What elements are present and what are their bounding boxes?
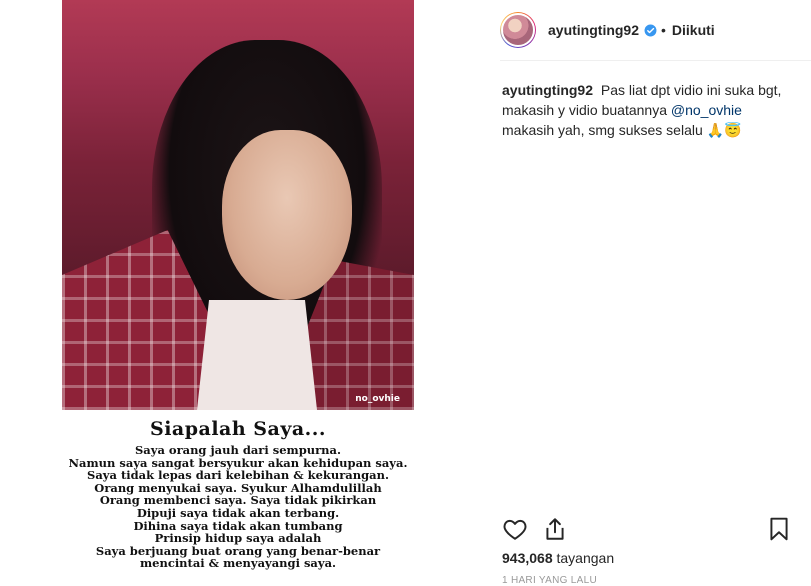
video-caption-card: Siapalah Saya... Saya orang jauh dari se…: [62, 410, 414, 586]
caption-line: mencintai & menyayangi saya.: [139, 556, 337, 571]
like-heart-icon[interactable]: [502, 516, 528, 542]
comment-username[interactable]: ayutingting92: [502, 82, 593, 98]
header-username[interactable]: ayutingting92: [548, 22, 639, 38]
view-count-number: 943,068: [502, 550, 553, 566]
photo-top: [197, 300, 317, 410]
comment-text-2: makasih yah, smg sukses selalu 🙏😇: [502, 122, 742, 138]
separator-dot: •: [661, 22, 666, 38]
caption-line: Dipuji saya tidak akan terbang.: [136, 505, 340, 520]
avatar[interactable]: [500, 12, 536, 48]
post-caption-comment: ayutingting92 Pas liat dpt vidio ini suk…: [502, 80, 792, 140]
video-watermark: no_ovhie: [355, 394, 400, 404]
header-divider: [500, 60, 811, 61]
post-actions: [502, 516, 792, 544]
caption-line: Prinsip hidup saya adalah: [154, 531, 322, 546]
photo-face: [222, 130, 352, 300]
verified-badge-icon: [644, 24, 657, 36]
follow-status-button[interactable]: Diikuti: [672, 22, 715, 38]
caption-lines: Saya orang jauh dari sempurna. Namun say…: [62, 444, 414, 570]
post-video-frame[interactable]: no_ovhie: [62, 0, 414, 410]
post-header: ayutingting92 • Diikuti: [500, 0, 811, 60]
caption-line: Saya orang jauh dari sempurna.: [135, 443, 341, 457]
bookmark-icon[interactable]: [766, 516, 792, 542]
share-icon[interactable]: [542, 516, 568, 542]
view-count-label: tayangan: [556, 550, 615, 566]
view-count[interactable]: 943,068 tayangan: [502, 550, 614, 566]
avatar-image: [501, 13, 535, 47]
comment-mention-link[interactable]: @no_ovhie: [671, 102, 742, 118]
post-timestamp[interactable]: 1 HARI YANG LALU: [502, 575, 597, 586]
caption-line: Saya tidak lepas dari kelebihan & kekura…: [87, 468, 389, 483]
post-media[interactable]: no_ovhie Siapalah Saya... Saya orang jau…: [62, 0, 414, 586]
caption-title: Siapalah Saya...: [149, 418, 327, 440]
